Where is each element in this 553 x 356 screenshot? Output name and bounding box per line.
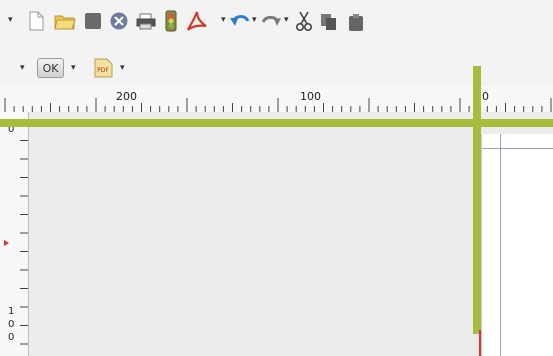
redo-icon[interactable] <box>260 12 282 30</box>
vruler-label-100-digit-1: 1 <box>8 306 15 317</box>
close-document-icon[interactable] <box>109 11 129 31</box>
undo-icon[interactable] <box>229 12 251 30</box>
pdf-dropdown-arrow-icon[interactable]: ▾ <box>120 63 125 73</box>
vruler-label-100-digit-2: 0 <box>8 319 15 330</box>
document-page[interactable] <box>481 134 553 356</box>
ok-dropdown-arrow-icon[interactable]: ▾ <box>71 63 76 73</box>
new-document-icon[interactable] <box>26 10 46 32</box>
undo-history-arrow-icon[interactable]: ▾ <box>252 15 257 25</box>
page-margin-guide <box>482 148 553 149</box>
preflight-icon[interactable] <box>163 10 179 32</box>
vruler-label-100-digit-3: 0 <box>8 332 15 343</box>
ruler-label-100: 100 <box>300 90 321 103</box>
export-pdf-icon[interactable] <box>186 10 208 32</box>
open-folder-icon[interactable] <box>53 11 77 31</box>
toolbar-menu-arrow-icon[interactable]: ▾ <box>20 63 25 73</box>
ruler-label-200: 200 <box>116 90 137 103</box>
main-toolbar: ▾ ▾ ▾ ▾ <box>0 0 553 50</box>
horizontal-ruler[interactable]: 200 100 0 <box>0 86 553 113</box>
vruler-position-marker-icon <box>4 240 9 246</box>
undo-dropdown-arrow-icon[interactable]: ▾ <box>221 15 226 25</box>
horizontal-guide[interactable] <box>0 119 553 127</box>
page-margin-guide-vertical <box>500 134 501 356</box>
cut-icon[interactable] <box>294 10 314 32</box>
redo-history-arrow-icon[interactable]: ▾ <box>284 15 289 25</box>
ok-button[interactable]: OK <box>37 58 64 78</box>
vertical-ruler[interactable]: 0 1 0 0 <box>0 112 29 356</box>
vertical-guide[interactable] <box>473 66 481 334</box>
paste-icon[interactable] <box>347 12 367 32</box>
pdf-badge-text: PDF <box>97 67 109 74</box>
copy-icon[interactable] <box>319 12 339 32</box>
pdf-document-icon[interactable]: PDF <box>92 57 114 79</box>
secondary-toolbar: ▾ ▾ PDF ▾ <box>0 50 553 86</box>
ruler-label-0: 0 <box>482 90 489 103</box>
page-edge-marker <box>479 330 481 356</box>
toolbar-menu-arrow-icon[interactable]: ▾ <box>8 15 13 25</box>
print-icon[interactable] <box>135 12 157 30</box>
save-icon[interactable] <box>84 12 102 30</box>
